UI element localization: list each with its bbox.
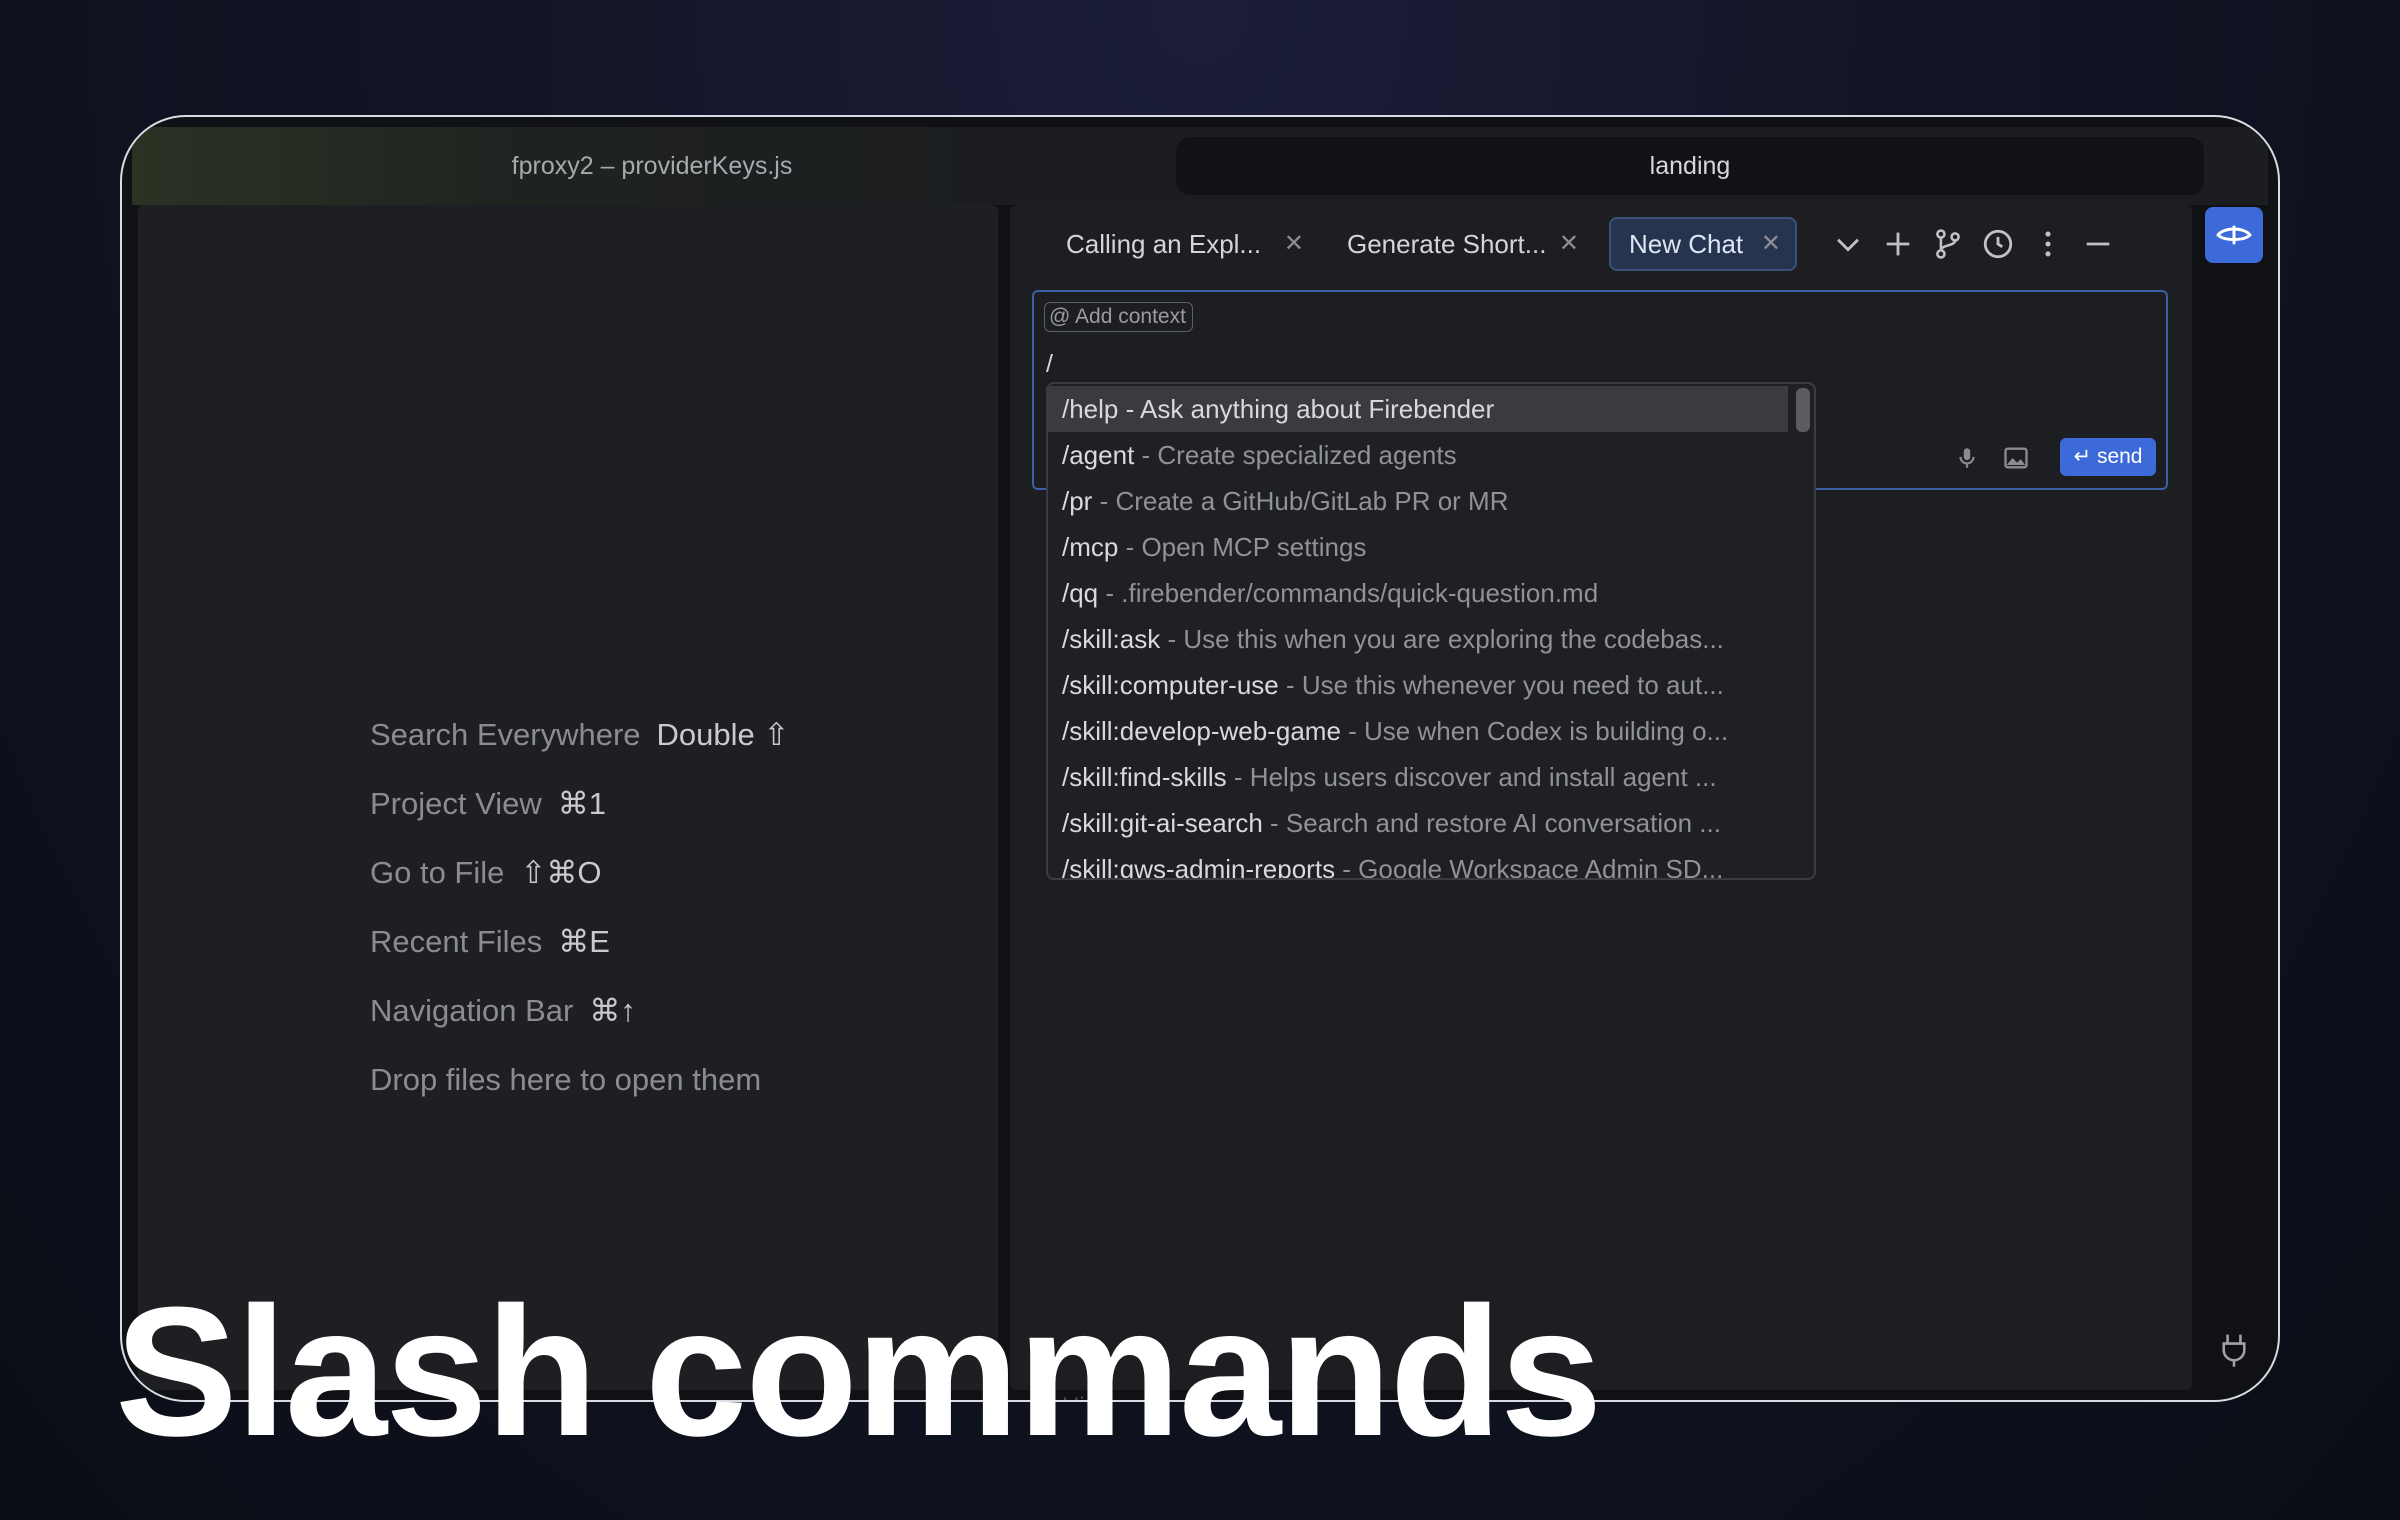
at-icon: @	[1049, 305, 1071, 328]
command-name: /agent	[1062, 440, 1135, 470]
command-name: /help	[1062, 394, 1119, 424]
history-clock-icon[interactable]	[1981, 227, 2015, 261]
command-description: - .firebender/commands/quick-question.md	[1098, 578, 1599, 608]
git-branch-icon[interactable]	[1931, 227, 1965, 261]
shortcut-key: ⌘↑	[589, 993, 636, 1028]
command-name: /pr	[1062, 486, 1093, 516]
command-item-help[interactable]: /help - Ask anything about Firebender	[1048, 386, 1788, 432]
shortcut-recent-files[interactable]: Recent Files ⌘E	[370, 924, 610, 960]
chat-input-text[interactable]: /	[1046, 350, 1053, 379]
command-description: - Create specialized agents	[1134, 440, 1457, 470]
command-item-skill-ask[interactable]: /skill:ask - Use this when you are explo…	[1048, 616, 1788, 662]
shortcut-label: Go to File	[370, 855, 505, 890]
shortcut-key: Double ⇧	[656, 717, 790, 752]
dropdown-scrollbar[interactable]	[1796, 388, 1810, 432]
command-item-skill-gws-admin-reports[interactable]: /skill:gws-admin-reports - Google Worksp…	[1048, 846, 1788, 880]
image-icon[interactable]	[2002, 444, 2030, 472]
shortcut-key: ⌘E	[558, 924, 610, 959]
send-label: send	[2096, 445, 2143, 468]
caption-title: Slash commands	[115, 1268, 1602, 1474]
command-name: /skill:git-ai-search	[1062, 808, 1263, 838]
command-item-qq[interactable]: /qq - .firebender/commands/quick-questio…	[1048, 570, 1788, 616]
command-description: - Google Workspace Admin SD...	[1335, 854, 1724, 880]
close-icon[interactable]: ✕	[1284, 217, 1304, 271]
command-name: /skill:ask	[1062, 624, 1161, 654]
shortcut-navigation-bar[interactable]: Navigation Bar ⌘↑	[370, 993, 636, 1029]
command-item-agent[interactable]: /agent - Create specialized agents	[1048, 432, 1788, 478]
command-item-skill-git-ai-search[interactable]: /skill:git-ai-search - Search and restor…	[1048, 800, 1788, 846]
close-icon[interactable]: ✕	[1559, 217, 1579, 271]
tab-generate-short[interactable]: Generate Short... ✕	[1329, 217, 1593, 271]
plus-icon[interactable]	[1881, 227, 1915, 261]
drop-files-hint: Drop files here to open them	[370, 1062, 761, 1098]
firebender-logo-icon	[2216, 225, 2252, 245]
command-name: /skill:gws-admin-reports	[1062, 854, 1336, 880]
tab-label: Generate Short...	[1347, 229, 1547, 259]
shortcut-search-everywhere[interactable]: Search Everywhere Double ⇧	[370, 717, 789, 753]
command-description: - Create a GitHub/GitLab PR or MR	[1092, 486, 1509, 516]
tab-new-chat[interactable]: New Chat ✕	[1609, 217, 1797, 271]
more-vertical-icon[interactable]	[2031, 227, 2065, 261]
plug-icon[interactable]	[2218, 1332, 2250, 1368]
shortcut-label: Project View	[370, 786, 542, 821]
command-name: /skill:computer-use	[1062, 670, 1279, 700]
shortcut-project-view[interactable]: Project View ⌘1	[370, 786, 606, 822]
branch-title[interactable]: landing	[1176, 137, 2204, 195]
command-name: /skill:develop-web-game	[1062, 716, 1341, 746]
title-bar: fproxy2 – providerKeys.js landing	[132, 127, 2268, 205]
microphone-icon[interactable]	[1954, 444, 1980, 472]
command-name: /skill:find-skills	[1062, 762, 1227, 792]
command-description: - Ask anything about Firebender	[1118, 394, 1495, 424]
slash-command-dropdown[interactable]: /help - Ask anything about Firebender /a…	[1046, 382, 1816, 880]
command-item-pr[interactable]: /pr - Create a GitHub/GitLab PR or MR	[1048, 478, 1788, 524]
enter-icon: ↵	[2073, 445, 2097, 468]
add-context-label: Add context	[1075, 305, 1186, 328]
editor-welcome-panel: Search Everywhere Double ⇧ Project View ⌘1…	[138, 205, 998, 1390]
shortcut-label: Recent Files	[370, 924, 543, 959]
command-item-skill-develop-web-game[interactable]: /skill:develop-web-game - Use when Codex…	[1048, 708, 1788, 754]
command-name: /mcp	[1062, 532, 1119, 562]
command-description: - Use this when you are exploring the co…	[1160, 624, 1724, 654]
shortcut-go-to-file[interactable]: Go to File ⇧⌘O	[370, 855, 601, 891]
shortcut-key: ⇧⌘O	[520, 855, 602, 890]
close-icon[interactable]: ✕	[1761, 219, 1781, 269]
minimize-icon[interactable]	[2081, 227, 2115, 261]
command-name: /qq	[1062, 578, 1099, 608]
command-description: - Helps users discover and install agent…	[1226, 762, 1717, 792]
shortcut-key: ⌘1	[557, 786, 606, 821]
project-title: fproxy2 – providerKeys.js	[511, 152, 793, 180]
command-description: - Use this whenever you need to aut...	[1278, 670, 1724, 700]
tab-calling-an-expl[interactable]: Calling an Expl... ✕	[1048, 217, 1318, 271]
tab-label: New Chat	[1629, 229, 1744, 259]
command-item-mcp[interactable]: /mcp - Open MCP settings	[1048, 524, 1788, 570]
tab-label: Calling an Expl...	[1066, 229, 1262, 259]
firebender-toolwindow-button[interactable]	[2205, 207, 2263, 263]
command-item-skill-computer-use[interactable]: /skill:computer-use - Use this whenever …	[1048, 662, 1788, 708]
command-description: - Search and restore AI conversation ...	[1262, 808, 1721, 838]
add-context-button[interactable]: @ Add context	[1044, 302, 1193, 332]
shortcut-label: Search Everywhere	[370, 717, 641, 752]
send-button[interactable]: ↵ send	[2060, 438, 2156, 476]
shortcut-label: Navigation Bar	[370, 993, 574, 1028]
command-description: - Use when Codex is building o...	[1340, 716, 1729, 746]
command-description: - Open MCP settings	[1118, 532, 1367, 562]
shortcut-label: Drop files here to open them	[370, 1062, 762, 1097]
chevron-down-icon[interactable]	[1831, 227, 1865, 261]
command-item-skill-find-skills[interactable]: /skill:find-skills - Helps users discove…	[1048, 754, 1788, 800]
